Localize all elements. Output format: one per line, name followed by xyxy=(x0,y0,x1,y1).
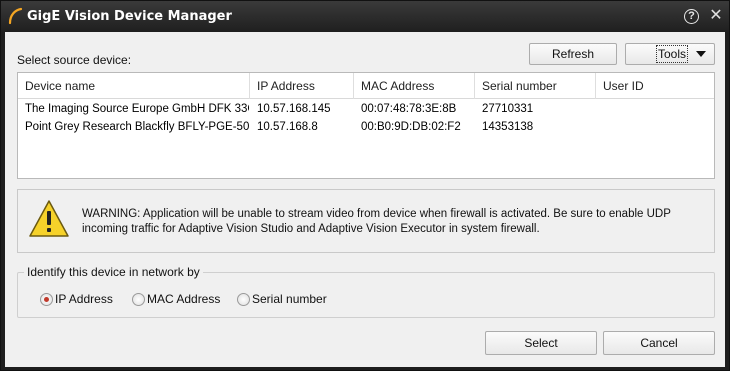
select-source-label: Select source device: xyxy=(17,53,132,67)
radio-mac-address[interactable] xyxy=(132,293,145,306)
identify-device-group: Identify this device in network by IP Ad… xyxy=(17,265,715,318)
title-bar[interactable]: GigE Vision Device Manager ? ✕ xyxy=(1,1,729,32)
radio-label-serial-number[interactable]: Serial number xyxy=(252,292,327,306)
window-title: GigE Vision Device Manager xyxy=(27,9,232,24)
table-row[interactable]: The Imaging Source Europe GmbH DFK 33G..… xyxy=(18,100,714,118)
dialog-body: Select source device: Refresh Tools Devi… xyxy=(5,32,725,367)
column-header-serial-number[interactable]: Serial number xyxy=(475,73,596,99)
table-header: Device name IP Address MAC Address Seria… xyxy=(18,73,714,99)
select-button-label: Select xyxy=(524,336,558,350)
column-header-mac-address[interactable]: MAC Address xyxy=(354,73,475,99)
cell-serial-number: 27710331 xyxy=(482,103,534,115)
cell-serial-number: 14353138 xyxy=(482,121,534,133)
cell-mac-address: 00:B0:9D:DB:02:F2 xyxy=(361,121,461,133)
close-icon[interactable]: ✕ xyxy=(709,8,723,24)
cell-ip-address: 10.57.168.145 xyxy=(257,103,331,115)
warning-text: WARNING: Application will be unable to s… xyxy=(82,208,671,235)
radio-serial-number[interactable] xyxy=(237,293,250,306)
cell-user-id xyxy=(603,100,713,118)
tools-button[interactable]: Tools xyxy=(625,43,715,65)
select-button[interactable]: Select xyxy=(485,331,597,355)
cancel-button[interactable]: Cancel xyxy=(603,331,715,355)
cell-mac-address: 00:07:48:78:3E:8B xyxy=(361,103,457,115)
identify-group-label: Identify this device in network by xyxy=(24,265,203,279)
column-header-ip-address[interactable]: IP Address xyxy=(250,73,354,99)
cell-device-name: The Imaging Source Europe GmbH DFK 33G..… xyxy=(25,103,249,115)
cell-user-id xyxy=(603,118,713,136)
column-header-device-name[interactable]: Device name xyxy=(18,73,250,99)
radio-selected-dot xyxy=(44,297,49,302)
cell-ip-address: 10.57.168.8 xyxy=(257,121,318,133)
cancel-button-label: Cancel xyxy=(640,336,678,350)
refresh-button[interactable]: Refresh xyxy=(529,43,617,65)
dropdown-arrow-icon xyxy=(696,51,706,57)
radio-ip-address[interactable] xyxy=(40,293,53,306)
warning-panel: WARNING: Application will be unable to s… xyxy=(17,189,715,253)
cell-device-name: Point Grey Research Blackfly BFLY-PGE-50… xyxy=(25,121,249,133)
device-manager-window: GigE Vision Device Manager ? ✕ Select so… xyxy=(0,0,730,371)
table-row[interactable]: Point Grey Research Blackfly BFLY-PGE-50… xyxy=(18,118,714,136)
app-logo-icon xyxy=(8,7,23,25)
radio-label-ip-address[interactable]: IP Address xyxy=(55,292,113,306)
warning-triangle-icon xyxy=(29,200,69,237)
refresh-button-label: Refresh xyxy=(551,47,595,61)
help-icon[interactable]: ? xyxy=(684,9,699,24)
column-header-user-id[interactable]: User ID xyxy=(596,73,714,99)
tools-button-label: Tools xyxy=(656,45,689,63)
radio-label-mac-address[interactable]: MAC Address xyxy=(147,292,220,306)
device-table[interactable]: Device name IP Address MAC Address Seria… xyxy=(17,72,715,179)
